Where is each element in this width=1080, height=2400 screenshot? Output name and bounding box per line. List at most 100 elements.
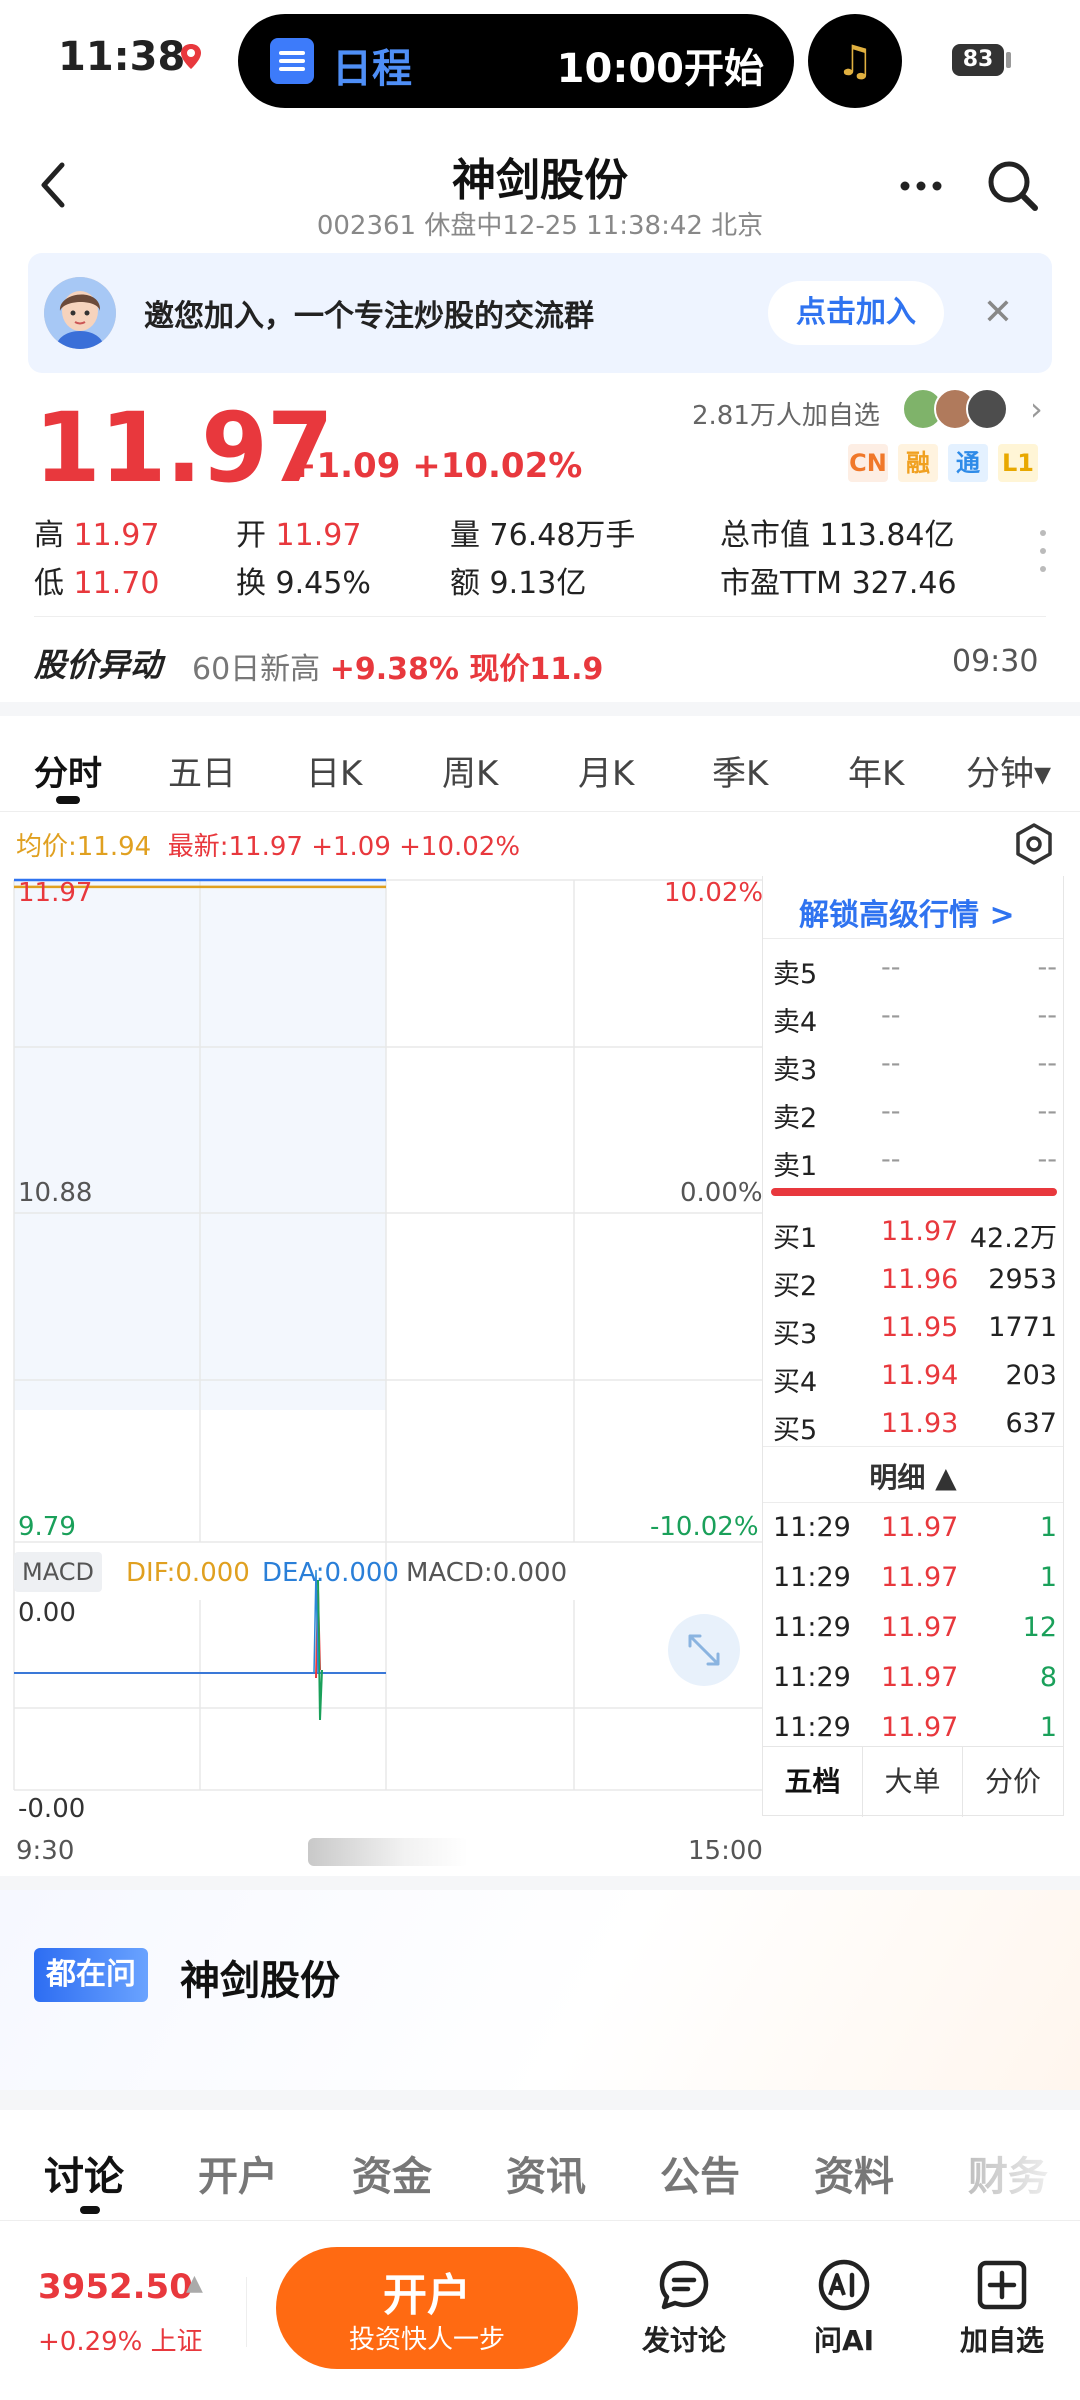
y-axis-bottom: 9.79 [18,1512,76,1542]
stat-high: 高 11.97 [34,518,160,553]
x-axis-start: 9:30 [16,1836,75,1866]
schedule-title: 日程 [332,46,412,92]
tab-daily-k[interactable]: 日K [306,746,362,795]
chevron-right-icon[interactable]: › [1030,390,1043,428]
close-icon[interactable]: ✕ [978,293,1018,333]
tab-five-levels[interactable]: 五档 [763,1747,863,1817]
chat-icon [656,2257,712,2313]
ask-ai-button[interactable]: 问AI [784,2257,904,2359]
intraday-chart[interactable] [0,870,762,1830]
macd-dif-label: DIF:0.000 [126,1558,250,1588]
more-stats-icon[interactable] [1040,530,1048,576]
ask-ai-label: 问AI [813,2324,875,2357]
tag-cn: CN [848,444,888,482]
price-change: +1.09 +10.02% [288,446,583,486]
y-axis-top: 11.97 [18,878,93,908]
expand-icon[interactable] [668,1614,740,1686]
tab-funds[interactable]: 资金 [352,2144,432,2202]
macd-trough [317,1579,323,1721]
sell-row: 卖4 -- -- [773,1000,1057,1038]
tab-monthly-k[interactable]: 月K [578,746,634,795]
pct-axis-mid: 0.00% [680,1178,763,1208]
index-arrow-icon: ▲ [186,2271,203,2296]
sell-row: 卖3 -- -- [773,1048,1057,1086]
tab-minute[interactable]: 分钟▾ [966,746,1051,795]
add-square-icon [974,2257,1030,2313]
section-gap [0,702,1080,716]
tab-indicator [56,796,80,804]
open-account-button[interactable]: 开户 投资快人一步 [276,2247,578,2369]
open-account-label: 开户 [383,2270,471,2321]
tab-discussion[interactable]: 讨论 [44,2144,124,2202]
index-value[interactable]: 3952.50 [38,2267,193,2307]
tab-quarterly-k[interactable]: 季K [712,746,768,795]
schedule-island[interactable]: 日程 10:00开始 [238,14,794,108]
tab-open-account[interactable]: 开户 [198,2144,278,2202]
bottom-bar: 3952.50 ▲ +0.29% 上证 开户 投资快人一步 发讨论 问AI 加自… [0,2220,1080,2400]
buy-row: 买1 11.97 42.2万 [773,1216,1057,1254]
x-axis-end: 15:00 [688,1836,763,1866]
music-icon[interactable]: ♫ [808,14,902,108]
bid-ask-ratio-bar [771,1188,1057,1196]
location-icon [178,42,204,72]
tab-price-volume[interactable]: 分价 [963,1747,1063,1817]
tab-profile[interactable]: 资料 [814,2144,894,2202]
sell-row: 卖5 -- -- [773,952,1057,990]
more-icon[interactable] [895,162,955,202]
sell-row: 卖2 -- -- [773,1096,1057,1134]
assistant-avatar [44,277,116,349]
post-discussion-label: 发讨论 [641,2324,726,2357]
stat-turnover: 换 9.45% [236,566,371,601]
post-discussion-button[interactable]: 发讨论 [624,2257,744,2359]
y-axis-mid: 10.88 [18,1178,93,1208]
macd-axis-top: 0.00 [18,1598,76,1628]
add-watchlist-button[interactable]: 加自选 [942,2257,1062,2359]
tag-connect: 通 [948,444,988,482]
buy-row: 买5 11.93 637 [773,1408,1057,1446]
tab-five-day[interactable]: 五日 [168,746,236,795]
tag-l1: L1 [998,444,1038,482]
trade-row: 11:29 11.97 8 [773,1662,1057,1693]
alert-text[interactable]: 60日新高 +9.38% 现价11.9 [192,644,603,688]
legend-latest: 最新:11.97 +1.09 +10.02% [167,832,521,862]
buy-row: 买4 11.94 203 [773,1360,1057,1398]
x-axis-mid-blurred [308,1838,468,1866]
add-watchlist-label: 加自选 [959,2324,1044,2357]
content-tabs: 讨论 开户 资金 资讯 公告 资料 财务 [0,2110,1080,2220]
tab-indicator [80,2206,100,2214]
tab-weekly-k[interactable]: 周K [442,746,498,795]
detail-header[interactable]: 明细 ▲ [763,1456,1063,1496]
macd-value-label: MACD:0.000 [406,1558,568,1588]
trade-row: 11:29 11.97 1 [773,1512,1057,1543]
tab-news[interactable]: 资讯 [506,2144,586,2202]
ask-badge: 都在问 [34,1948,148,2002]
chart-legend: 均价:11.94 最新:11.97 +1.09 +10.02% [16,826,520,863]
tab-big-orders[interactable]: 大单 [863,1747,963,1817]
index-change: +0.29% 上证 [38,2327,203,2357]
buy-row: 买2 11.96 2953 [773,1264,1057,1302]
page-subtitle: 002361 休盘中12-25 11:38:42 北京 [316,211,764,241]
tab-announcements[interactable]: 公告 [660,2144,740,2202]
stat-pe: 市盈TTM 327.46 [720,566,957,601]
stat-open: 开 11.97 [236,518,362,553]
chart-tabs: 分时 五日 日K 周K 月K 季K 年K 分钟▾ [0,716,1080,812]
follower-avatars [902,388,1012,432]
search-icon[interactable] [985,158,1041,214]
order-book: 解锁高级行情 > 卖5 -- -- 卖4 -- -- 卖3 -- -- 卖2 -- -- 卖1-… [762,876,1064,1817]
ask-section[interactable]: 都在问 神剑股份 [0,1890,1080,2090]
followers-count[interactable]: 2.81万人加自选 [692,395,880,432]
alert-label: 股价异动 [34,646,163,684]
buy-row: 买3 11.95 1771 [773,1312,1057,1350]
stat-amount: 额 9.13亿 [450,566,587,601]
open-account-sublabel: 投资快人一步 [348,2325,505,2355]
settings-icon[interactable] [1012,822,1056,866]
book-tabs: 五档 大单 分价 [763,1746,1063,1817]
invite-banner[interactable]: 邀您加入，一个专注炒股的交流群 点击加入 ✕ [28,253,1052,373]
unlock-quotes-link[interactable]: 解锁高级行情 > [799,890,1015,934]
tab-yearly-k[interactable]: 年K [848,746,904,795]
section-gap [0,1876,1080,1890]
ai-icon [816,2257,872,2313]
tab-intraday[interactable]: 分时 [34,746,102,795]
join-button[interactable]: 点击加入 [768,281,944,345]
macd-tag[interactable]: MACD [14,1552,102,1592]
